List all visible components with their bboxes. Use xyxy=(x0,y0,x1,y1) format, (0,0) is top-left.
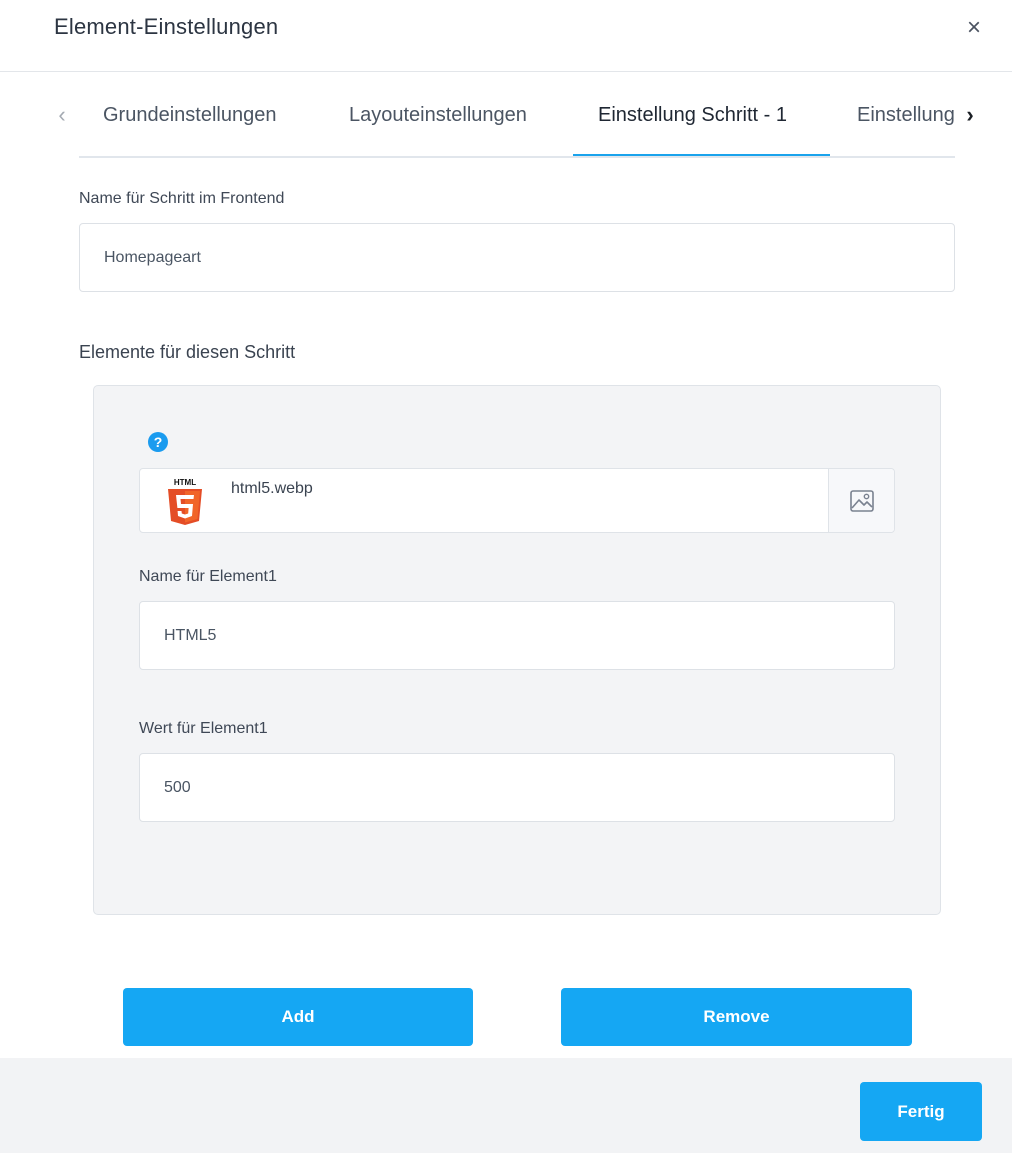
tab-bar: ‹ Grundeinstellungen Layouteinstellungen… xyxy=(0,72,1012,160)
file-name: html5.webp xyxy=(231,480,313,497)
elements-section-title: Elemente für diesen Schritt xyxy=(79,342,296,362)
tab-layouteinstellungen[interactable]: Layouteinstellungen xyxy=(349,100,527,130)
browse-image-button[interactable] xyxy=(828,469,894,532)
thumb-html-text: HTML xyxy=(174,478,196,487)
tab-einstellung-schritt-1[interactable]: Einstellung Schritt - 1 xyxy=(598,100,787,130)
element-name-input[interactable]: HTML5 xyxy=(139,601,895,670)
tab-scroll-left-icon[interactable]: ‹ xyxy=(52,100,72,130)
dialog-header: Element-Einstellungen × xyxy=(0,0,1012,72)
element-value-label: Wert für Element1 xyxy=(139,720,268,737)
element-value-input[interactable]: 500 xyxy=(139,753,895,822)
image-icon xyxy=(849,489,874,512)
tab-grundeinstellungen[interactable]: Grundeinstellungen xyxy=(103,100,276,130)
element-name-label: Name für Element1 xyxy=(139,568,277,585)
add-button[interactable]: Add xyxy=(123,988,473,1046)
html5-logo-thumbnail: HTML xyxy=(164,475,206,527)
image-file-field[interactable]: HTML html5.webp xyxy=(139,468,895,533)
dialog-title: Element-Einstellungen xyxy=(54,14,279,39)
remove-button[interactable]: Remove xyxy=(561,988,912,1046)
help-icon[interactable]: ? xyxy=(148,432,168,452)
step-name-input[interactable]: Homepageart xyxy=(79,223,955,292)
close-icon[interactable]: × xyxy=(962,14,986,42)
tab-scroll-right-icon[interactable]: › xyxy=(960,100,980,130)
done-button[interactable]: Fertig xyxy=(860,1082,982,1141)
tab-viewport: Grundeinstellungen Layouteinstellungen E… xyxy=(79,72,955,158)
active-tab-indicator xyxy=(573,154,830,156)
step-name-label: Name für Schritt im Frontend xyxy=(79,190,285,207)
tab-einstellung-schritt-2[interactable]: Einstellung Schritt - 2 xyxy=(857,100,955,130)
